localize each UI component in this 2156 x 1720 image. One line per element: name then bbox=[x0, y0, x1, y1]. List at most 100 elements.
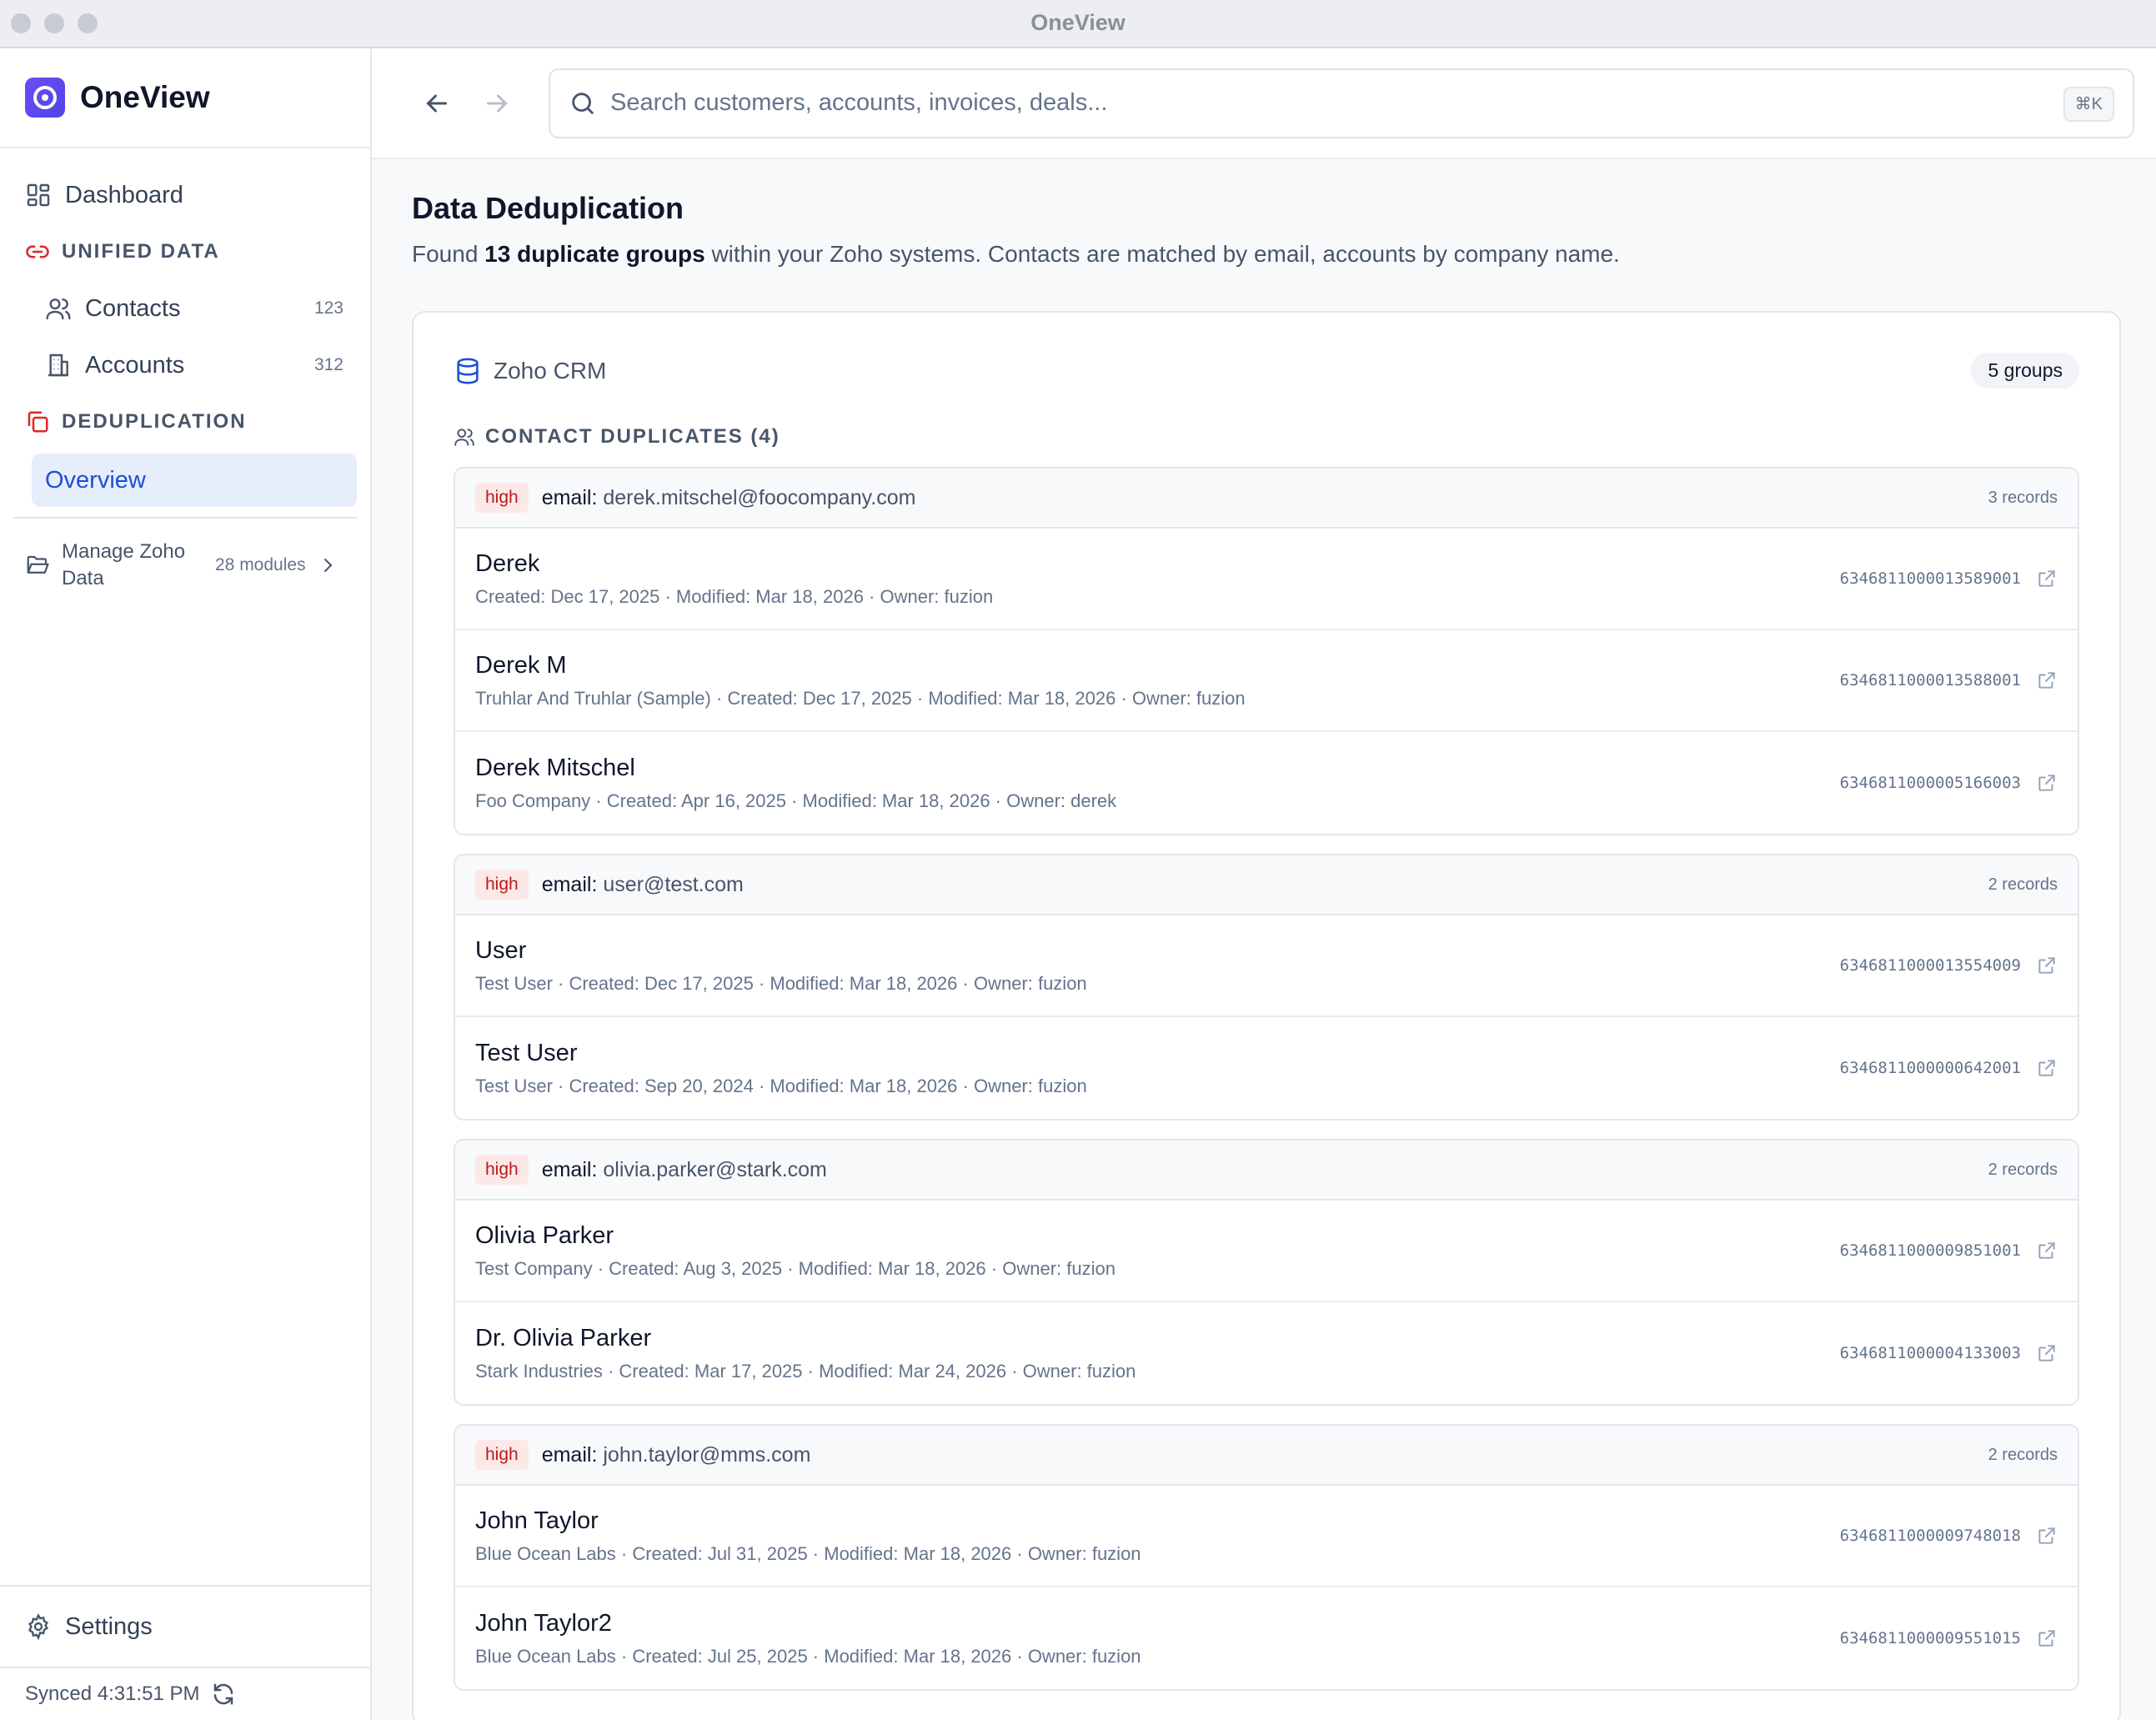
record-name: John Taylor2 bbox=[475, 1609, 612, 1637]
record-id: 6346811000013589001 bbox=[1839, 569, 2021, 588]
sidebar-item-overview[interactable]: Overview bbox=[32, 454, 357, 507]
sidebar-item-label: Accounts bbox=[85, 351, 185, 379]
sidebar-item-settings[interactable]: Settings bbox=[0, 1585, 370, 1667]
record-id: 6346811000013554009 bbox=[1839, 956, 2021, 975]
refresh-icon[interactable] bbox=[211, 1682, 236, 1707]
source-panel: Zoho CRM 5 groups CONTACT DUPLICATES (4)… bbox=[412, 311, 2121, 1720]
window-title: OneView bbox=[1030, 10, 1126, 35]
record-row[interactable]: Derek Mitschel Foo Company · Created: Ap… bbox=[455, 732, 2078, 834]
sidebar-nav: Dashboard UNIFIED DATA Contacts 123 Acco… bbox=[0, 148, 370, 604]
external-link-icon[interactable] bbox=[2036, 568, 2058, 589]
contact-duplicates-heading: CONTACT DUPLICATES (4) bbox=[454, 425, 2079, 449]
sidebar-item-contacts[interactable]: Contacts 123 bbox=[0, 280, 370, 337]
record-meta: Truhlar And Truhlar (Sample) · Created: … bbox=[475, 687, 1246, 709]
record-meta: Test Company · Created: Aug 3, 2025 · Mo… bbox=[475, 1257, 1116, 1279]
record-row[interactable]: Derek Created: Dec 17, 2025 · Modified: … bbox=[455, 529, 2078, 630]
record-meta: Blue Ocean Labs · Created: Jul 25, 2025 … bbox=[475, 1645, 1141, 1667]
gear-icon bbox=[28, 1613, 49, 1640]
external-link-icon[interactable] bbox=[2036, 669, 2058, 691]
match-key: email: john.taylor@mms.com bbox=[541, 1442, 811, 1467]
record-name: Derek Mitschel bbox=[475, 754, 635, 781]
group-header[interactable]: high email: derek.mitschel@foocompany.co… bbox=[455, 469, 2078, 529]
brand-name: OneView bbox=[80, 80, 210, 114]
record-row[interactable]: John Taylor Blue Ocean Labs · Created: J… bbox=[455, 1486, 2078, 1587]
building-icon bbox=[48, 354, 68, 377]
group-header[interactable]: high email: olivia.parker@stark.com 2 re… bbox=[455, 1141, 2078, 1201]
modules-count: 28 modules bbox=[215, 555, 306, 574]
source-name: Zoho CRM bbox=[494, 357, 607, 384]
match-key: email: derek.mitschel@foocompany.com bbox=[541, 485, 916, 509]
duplicate-group: high email: user@test.com 2 records User… bbox=[454, 854, 2079, 1121]
confidence-badge: high bbox=[475, 483, 529, 513]
record-row[interactable]: User Test User · Created: Dec 17, 2025 ·… bbox=[455, 915, 2078, 1017]
record-count: 2 records bbox=[1988, 875, 2058, 894]
match-key: email: user@test.com bbox=[541, 872, 744, 896]
sidebar-item-dashboard[interactable]: Dashboard bbox=[0, 167, 370, 223]
sync-time: Synced 4:31:51 PM bbox=[25, 1682, 200, 1705]
external-link-icon[interactable] bbox=[2036, 1240, 2058, 1261]
record-id: 6346811000009748018 bbox=[1839, 1527, 2021, 1545]
external-link-icon[interactable] bbox=[2036, 955, 2058, 976]
external-link-icon[interactable] bbox=[2036, 1057, 2058, 1079]
sidebar-item-label: Manage Zoho Data bbox=[62, 540, 186, 589]
search-input[interactable] bbox=[610, 89, 1944, 117]
section-label: CONTACT DUPLICATES (4) bbox=[485, 425, 780, 448]
match-field: email bbox=[541, 485, 592, 509]
record-name: User bbox=[475, 936, 527, 964]
section-unified-data: UNIFIED DATA bbox=[0, 223, 370, 280]
search-icon bbox=[572, 92, 594, 114]
link-icon bbox=[26, 245, 49, 258]
sidebar-item-label: Dashboard bbox=[65, 181, 183, 208]
record-name: Olivia Parker bbox=[475, 1221, 614, 1249]
record-meta: Test User · Created: Sep 20, 2024 · Modi… bbox=[475, 1075, 1087, 1096]
duplicate-group-count: 13 duplicate groups bbox=[484, 241, 705, 267]
duplicate-group: high email: john.taylor@mms.com 2 record… bbox=[454, 1424, 2079, 1691]
external-link-icon[interactable] bbox=[2036, 1525, 2058, 1547]
sync-status: Synced 4:31:51 PM bbox=[0, 1667, 370, 1720]
sidebar-divider bbox=[13, 517, 357, 519]
folder-open-icon bbox=[27, 555, 49, 574]
record-count: 2 records bbox=[1988, 1160, 2058, 1179]
external-link-icon[interactable] bbox=[2036, 1342, 2058, 1364]
record-meta: Stark Industries · Created: Mar 17, 2025… bbox=[475, 1360, 1136, 1382]
group-header[interactable]: high email: john.taylor@mms.com 2 record… bbox=[455, 1426, 2078, 1486]
app-window: OneView OneView Dashboard UNIFIED DATA C… bbox=[0, 0, 2156, 1720]
duplicate-group: high email: olivia.parker@stark.com 2 re… bbox=[454, 1139, 2079, 1406]
match-value: olivia.parker@stark.com bbox=[603, 1157, 827, 1181]
record-meta: Created: Dec 17, 2025 · Modified: Mar 18… bbox=[475, 585, 994, 607]
duplicate-groups: high email: derek.mitschel@foocompany.co… bbox=[454, 467, 2079, 1691]
sidebar-item-accounts[interactable]: Accounts 312 bbox=[0, 337, 370, 394]
record-meta: Foo Company · Created: Apr 16, 2025 · Mo… bbox=[475, 790, 1117, 811]
record-name: Derek M bbox=[475, 651, 567, 679]
section-label: DEDUPLICATION bbox=[62, 410, 247, 433]
brand[interactable]: OneView bbox=[0, 48, 370, 148]
record-name: Dr. Olivia Parker bbox=[475, 1324, 652, 1351]
record-name: Test User bbox=[475, 1039, 578, 1066]
record-row[interactable]: John Taylor2 Blue Ocean Labs · Created: … bbox=[455, 1587, 2078, 1689]
match-field: email bbox=[541, 1442, 592, 1467]
record-id: 6346811000009851001 bbox=[1839, 1241, 2021, 1260]
match-value: user@test.com bbox=[603, 872, 744, 896]
record-row[interactable]: Dr. Olivia Parker Stark Industries · Cre… bbox=[455, 1302, 2078, 1404]
match-field: email bbox=[541, 1157, 592, 1181]
record-id: 6346811000005166003 bbox=[1839, 774, 2021, 792]
confidence-badge: high bbox=[475, 1155, 529, 1185]
arrow-left-icon[interactable] bbox=[422, 88, 452, 118]
title-bar: OneView bbox=[0, 0, 2156, 48]
groups-count-badge: 5 groups bbox=[1971, 353, 2079, 389]
external-link-icon[interactable] bbox=[2036, 772, 2058, 794]
confidence-badge: high bbox=[475, 870, 529, 900]
search-bar[interactable]: ⌘K bbox=[549, 68, 2134, 138]
group-header[interactable]: high email: user@test.com 2 records bbox=[455, 855, 2078, 915]
record-row[interactable]: Test User Test User · Created: Sep 20, 2… bbox=[455, 1017, 2078, 1119]
record-row[interactable]: Olivia Parker Test Company · Created: Au… bbox=[455, 1201, 2078, 1302]
external-link-icon[interactable] bbox=[2036, 1627, 2058, 1649]
panel-header: Zoho CRM 5 groups bbox=[454, 353, 2079, 389]
match-value: john.taylor@mms.com bbox=[603, 1442, 811, 1467]
record-count: 3 records bbox=[1988, 488, 2058, 507]
sidebar-item-manage-zoho-data[interactable]: Manage Zoho Data 28 modules bbox=[0, 527, 370, 604]
page-subtitle: Found 13 duplicate groups within your Zo… bbox=[412, 241, 2119, 268]
arrow-right-icon[interactable] bbox=[482, 88, 512, 118]
record-row[interactable]: Derek M Truhlar And Truhlar (Sample) · C… bbox=[455, 630, 2078, 732]
settings-label: Settings bbox=[65, 1612, 153, 1640]
